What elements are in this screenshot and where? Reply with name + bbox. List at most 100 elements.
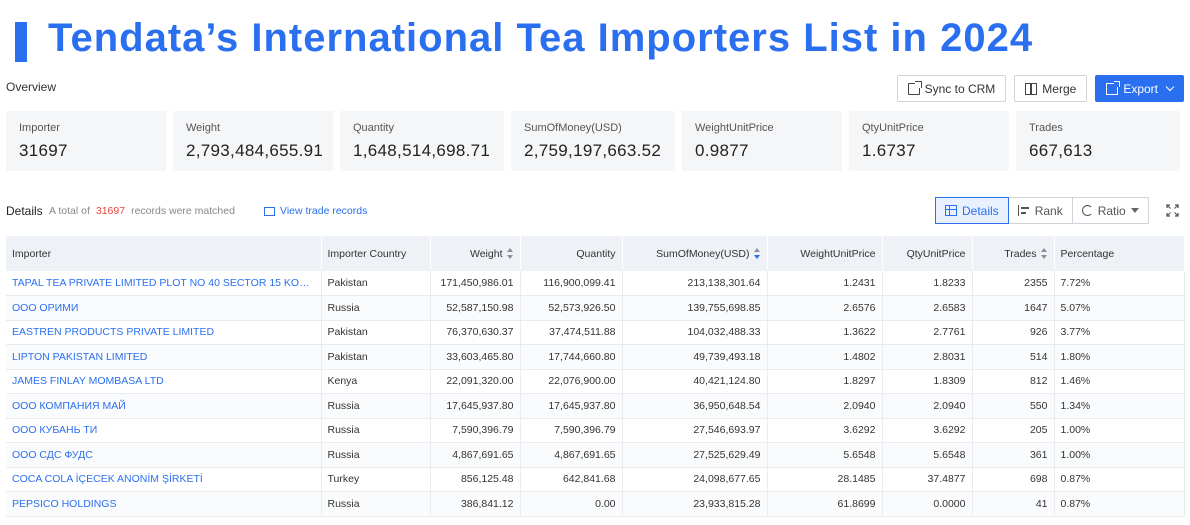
cell-weight-unit-price: 28.1485	[767, 467, 883, 492]
cell-weight: 22,091,320.00	[430, 369, 521, 394]
column-header-weight-unit-price[interactable]: WeightUnitPrice	[767, 236, 883, 271]
monitor-icon	[264, 206, 275, 216]
cell-percentage: 1.46%	[1054, 369, 1185, 394]
stat-label: Trades	[1029, 122, 1063, 134]
cell-country: Russia	[321, 491, 431, 517]
cell-percentage: 1.34%	[1054, 393, 1185, 419]
tab-details[interactable]: Details	[935, 197, 1009, 224]
table-icon	[945, 205, 957, 216]
banner-title: Tendata’s International Tea Importers Li…	[48, 16, 1034, 60]
cell-trades: 812	[972, 369, 1055, 394]
cell-importer[interactable]: ООО ОРИМИ	[6, 295, 322, 321]
cell-importer[interactable]: TAPAL TEA PRIVATE LIMITED PLOT NO 40 SEC…	[6, 271, 322, 296]
cell-percentage: 0.87%	[1054, 467, 1185, 492]
cell-importer[interactable]: EASTREN PRODUCTS PRIVATE LIMITED	[6, 320, 322, 345]
cell-weight-unit-price: 2.6576	[767, 295, 883, 321]
tab-ratio-label: Ratio	[1097, 203, 1126, 218]
stat-label: SumOfMoney(USD)	[524, 122, 622, 134]
tab-ratio[interactable]: Ratio	[1071, 197, 1149, 224]
total-prefix: A total of	[49, 205, 90, 217]
cell-country: Russia	[321, 393, 431, 419]
column-header-label: Trades	[1004, 247, 1037, 260]
column-header-sum-of-money[interactable]: SumOfMoney(USD)	[622, 236, 768, 271]
sort-icon[interactable]	[753, 248, 761, 260]
tab-rank-label: Rank	[1034, 203, 1063, 218]
cell-weight: 7,590,396.79	[430, 418, 521, 443]
cell-importer[interactable]: ООО СДС ФУДС	[6, 442, 322, 468]
stat-card-quantity: Quantity 1,648,514,698.71	[340, 111, 504, 171]
stat-label: Weight	[186, 122, 221, 134]
cell-quantity: 0.00	[520, 491, 623, 517]
cell-quantity: 642,841.68	[520, 467, 623, 492]
table-row: JAMES FINLAY MOMBASA LTD Kenya 22,091,320.…	[6, 369, 1185, 394]
sort-icon[interactable]	[506, 248, 514, 260]
column-header-label: SumOfMoney(USD)	[656, 247, 750, 260]
table-header-row: Importer Importer Country Weight Quantit…	[6, 236, 1185, 271]
cell-sum-of-money: 23,933,815.28	[622, 491, 768, 517]
cell-trades: 41	[972, 491, 1055, 517]
tab-rank[interactable]: Rank	[1007, 197, 1073, 224]
chevron-down-icon	[1165, 82, 1175, 92]
stat-card-importer: Importer 31697	[6, 111, 166, 171]
view-trade-records-link[interactable]: View trade records	[264, 205, 367, 217]
cell-sum-of-money: 27,546,693.97	[622, 418, 768, 443]
cell-weight-unit-price: 1.8297	[767, 369, 883, 394]
cell-sum-of-money: 40,421,124.80	[622, 369, 768, 394]
column-header-country[interactable]: Importer Country	[321, 236, 431, 271]
cell-importer[interactable]: ООО КОМПАНИЯ МАЙ	[6, 393, 322, 419]
stat-value: 31697	[19, 141, 68, 160]
cell-quantity: 17,645,937.80	[520, 393, 623, 419]
table-row: TAPAL TEA PRIVATE LIMITED PLOT NO 40 SEC…	[6, 271, 1185, 296]
fullscreen-icon[interactable]	[1166, 204, 1179, 217]
cell-importer[interactable]: ООО КУБАНЬ ТИ	[6, 418, 322, 443]
cell-weight-unit-price: 5.6548	[767, 442, 883, 468]
column-header-quantity[interactable]: Quantity	[520, 236, 623, 271]
cell-weight: 171,450,986.01	[430, 271, 521, 296]
column-header-trades[interactable]: Trades	[972, 236, 1055, 271]
table-row: ООО КУБАНЬ ТИ Russia 7,590,396.79 7,590,396…	[6, 418, 1185, 443]
records-count: 31697	[95, 205, 126, 217]
cell-sum-of-money: 24,098,677.65	[622, 467, 768, 492]
cell-weight-unit-price: 1.3622	[767, 320, 883, 345]
cell-importer[interactable]: COCA COLA İÇECEK ANONİM ŞİRKETİ	[6, 467, 322, 492]
cell-country: Russia	[321, 442, 431, 468]
cell-qty-unit-price: 0.0000	[882, 491, 973, 517]
merge-icon	[1025, 82, 1038, 95]
records-matched-text: A total of 31697 records were matched	[49, 205, 235, 217]
overview-stats: Importer 31697 Weight 2,793,484,655.91 Q…	[6, 111, 1180, 171]
sync-to-crm-label: Sync to CRM	[924, 81, 996, 96]
column-header-label: Importer Country	[327, 247, 407, 260]
cell-sum-of-money: 49,739,493.18	[622, 344, 768, 370]
export-label: Export	[1123, 81, 1158, 96]
sort-icon[interactable]	[1040, 248, 1048, 260]
column-header-importer[interactable]: Importer	[6, 236, 322, 271]
cell-weight-unit-price: 1.2431	[767, 271, 883, 296]
stat-card-qty-unit-price: QtyUnitPrice 1.6737	[849, 111, 1009, 171]
cell-percentage: 7.72%	[1054, 271, 1185, 296]
cell-country: Pakistan	[321, 320, 431, 345]
cell-sum-of-money: 36,950,648.54	[622, 393, 768, 419]
cell-trades: 205	[972, 418, 1055, 443]
cell-country: Pakistan	[321, 271, 431, 296]
column-header-label: WeightUnitPrice	[800, 247, 876, 260]
sync-to-crm-button[interactable]: Sync to CRM	[896, 75, 1007, 102]
export-button[interactable]: Export	[1095, 75, 1184, 102]
stat-card-weight: Weight 2,793,484,655.91	[173, 111, 333, 171]
overview-label: Overview	[6, 80, 57, 94]
column-header-weight[interactable]: Weight	[430, 236, 521, 271]
column-header-qty-unit-price[interactable]: QtyUnitPrice	[882, 236, 973, 271]
cell-importer[interactable]: PEPSICO HOLDINGS	[6, 491, 322, 517]
cell-weight: 386,841.12	[430, 491, 521, 517]
cell-importer[interactable]: JAMES FINLAY MOMBASA LTD	[6, 369, 322, 394]
stat-card-weight-unit-price: WeightUnitPrice 0.9877	[682, 111, 842, 171]
column-header-percentage[interactable]: Percentage	[1054, 236, 1185, 271]
cell-trades: 926	[972, 320, 1055, 345]
column-header-label: Importer	[12, 247, 52, 260]
cell-weight: 856,125.48	[430, 467, 521, 492]
cell-qty-unit-price: 2.6583	[882, 295, 973, 321]
external-link-icon	[907, 80, 922, 95]
cell-weight: 33,603,465.80	[430, 344, 521, 370]
merge-button[interactable]: Merge	[1014, 75, 1088, 102]
cell-importer[interactable]: LIPTON PAKISTAN LIMITED	[6, 344, 322, 370]
stat-label: QtyUnitPrice	[862, 122, 924, 134]
